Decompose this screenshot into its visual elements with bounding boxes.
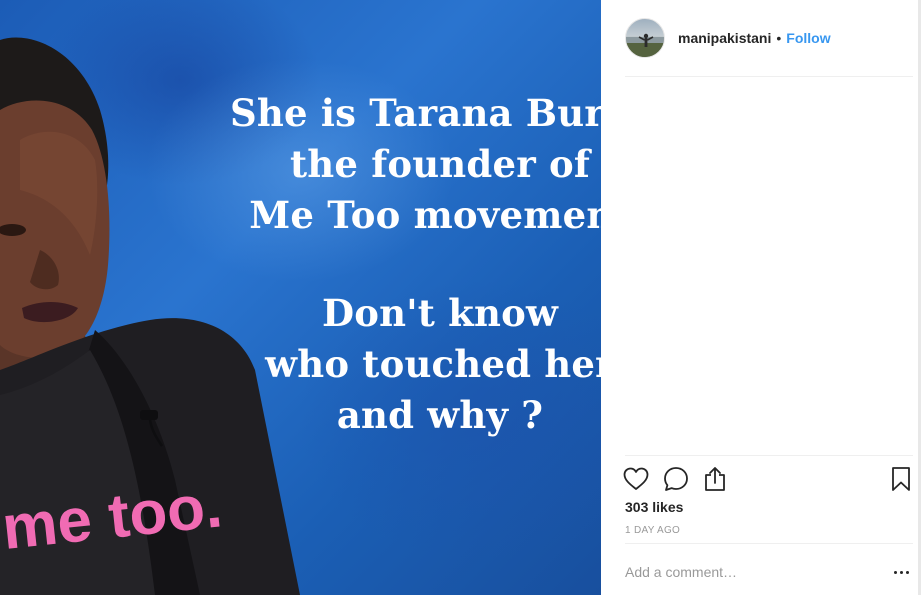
share-button[interactable]	[703, 464, 735, 494]
comment-bubble-icon	[664, 467, 688, 491]
avatar[interactable]	[625, 18, 665, 58]
comment-box	[625, 555, 913, 589]
image-line: who touched her	[265, 342, 601, 386]
image-line: Don't know	[321, 291, 559, 335]
bookmark-icon	[892, 467, 910, 491]
action-bar	[623, 464, 913, 494]
divider	[625, 543, 913, 544]
more-options-icon	[893, 570, 897, 574]
save-button[interactable]	[889, 464, 913, 494]
comment-button[interactable]	[663, 464, 695, 494]
separator-dot: •	[776, 30, 782, 46]
image-caption-text: She is Tarana Burke the founder of Me To…	[230, 88, 601, 441]
image-line: and why ?	[336, 393, 544, 437]
like-button[interactable]	[623, 464, 655, 494]
comments-area[interactable]	[625, 77, 913, 455]
share-icon	[705, 467, 725, 491]
image-line: the founder of	[290, 142, 590, 186]
username-link[interactable]: manipakistani	[678, 30, 771, 46]
divider	[625, 455, 913, 456]
avatar-photo-icon	[626, 33, 664, 57]
post-timestamp[interactable]: 1 DAY AGO	[625, 525, 680, 536]
follow-button[interactable]: Follow	[786, 30, 830, 46]
likes-count[interactable]: 303 likes	[625, 499, 683, 515]
comment-input[interactable]	[625, 564, 889, 580]
image-line: Me Too movement	[249, 193, 601, 237]
post-sidebar: manipakistani • Follow 303 likes 1 DAY A…	[601, 0, 921, 595]
post-image[interactable]: me too. She is Tarana Burke the founder …	[0, 0, 601, 595]
heart-icon	[623, 467, 649, 490]
more-options-button[interactable]	[889, 560, 913, 584]
post-header: manipakistani • Follow	[625, 18, 831, 58]
image-line: She is Tarana Burke	[230, 91, 601, 135]
